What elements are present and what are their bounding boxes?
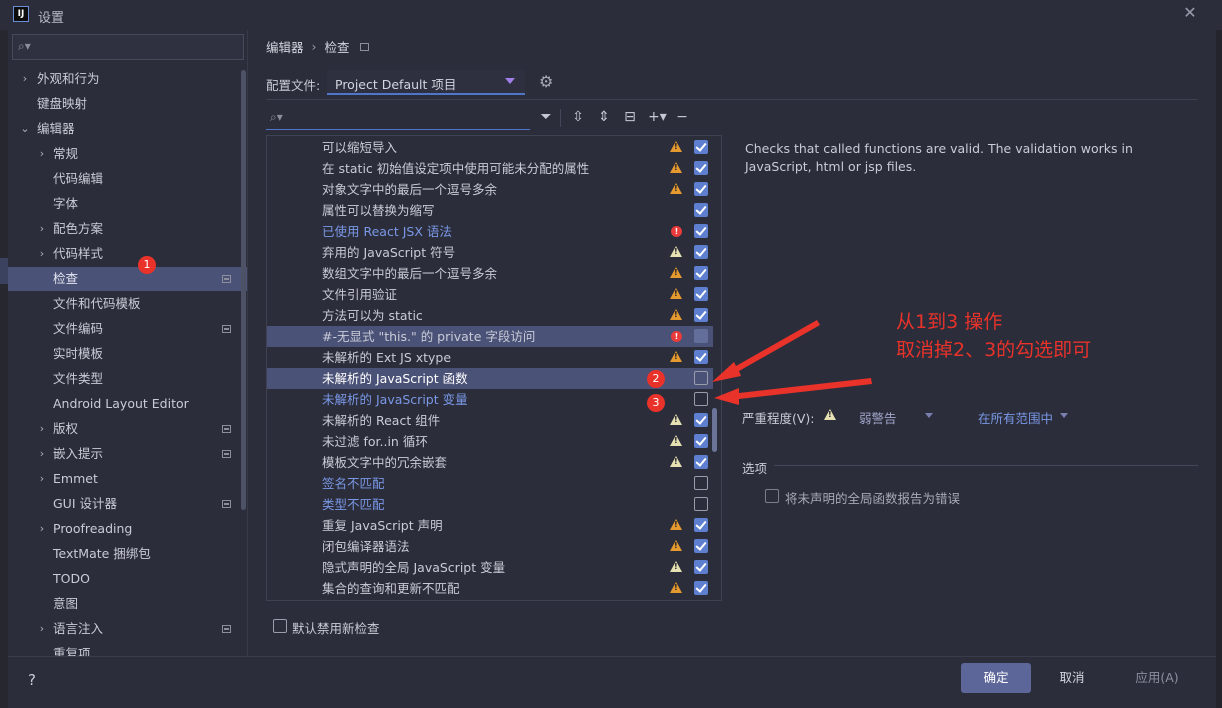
annotation-arrow-2 xyxy=(712,320,820,382)
cancel-button[interactable]: 取消 xyxy=(1035,663,1109,693)
help-button[interactable]: ? xyxy=(28,671,36,689)
dialog-footer: ? 确定 取消 应用(A) xyxy=(8,656,1216,708)
annotation-arrows xyxy=(712,320,872,405)
annotation-arrow-3 xyxy=(714,378,872,405)
ok-button[interactable]: 确定 xyxy=(961,663,1031,693)
apply-button[interactable]: 应用(A) xyxy=(1113,663,1201,693)
